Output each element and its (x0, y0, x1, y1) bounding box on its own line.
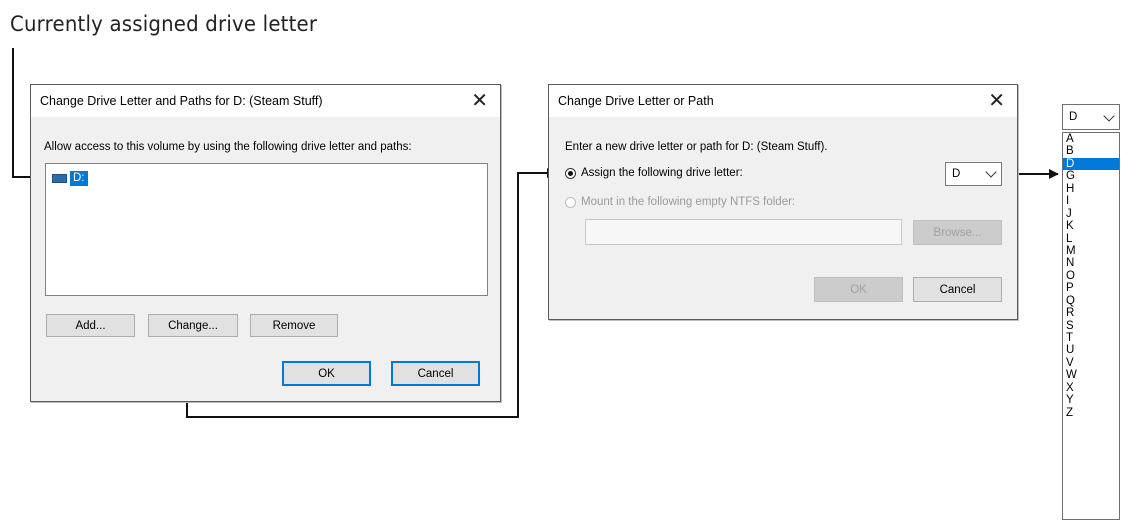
dropdown-option-j[interactable]: J (1063, 208, 1119, 220)
list-item[interactable]: D: (52, 171, 88, 186)
drive-letter-entry: D: (70, 171, 88, 186)
instructions-text: Allow access to this volume by using the… (44, 141, 412, 153)
drive-paths-listbox[interactable]: D: (45, 163, 488, 296)
dropdown-option-g[interactable]: G (1063, 170, 1119, 182)
close-icon[interactable]: ✕ (471, 90, 488, 110)
close-icon[interactable]: ✕ (988, 90, 1005, 110)
dropdown-option-i[interactable]: I (1063, 195, 1119, 207)
dropdown-option-n[interactable]: N (1063, 257, 1119, 269)
dropdown-option-b[interactable]: B (1063, 145, 1119, 157)
dropdown-option-r[interactable]: R (1063, 307, 1119, 319)
dropdown-option-x[interactable]: X (1063, 382, 1119, 394)
change-drive-letter-or-path-dialog: Change Drive Letter or Path ✕ Enter a ne… (548, 84, 1018, 320)
change-button[interactable]: Change... (148, 314, 238, 337)
dropdown-option-o[interactable]: O (1063, 270, 1119, 282)
mount-folder-label: Mount in the following empty NTFS folder… (581, 196, 796, 208)
chevron-down-icon (1103, 110, 1115, 122)
dropdown-option-y[interactable]: Y (1063, 394, 1119, 406)
dropdown-option-a[interactable]: A (1063, 133, 1119, 145)
ok-button[interactable]: OK (814, 277, 903, 302)
dropdown-option-m[interactable]: M (1063, 245, 1119, 257)
mount-folder-radio[interactable] (565, 197, 576, 208)
dropdown-option-l[interactable]: L (1063, 233, 1119, 245)
dropdown-option-u[interactable]: U (1063, 344, 1119, 356)
dropdown-option-v[interactable]: V (1063, 357, 1119, 369)
dropdown-option-h[interactable]: H (1063, 183, 1119, 195)
assign-letter-radio[interactable] (565, 168, 576, 179)
cancel-button[interactable]: Cancel (913, 277, 1002, 302)
dropdown-option-p[interactable]: P (1063, 282, 1119, 294)
change-drive-letter-paths-dialog: Change Drive Letter and Paths for D: (St… (30, 84, 501, 402)
dialog-title: Change Drive Letter and Paths for D: (St… (40, 94, 323, 108)
add-button[interactable]: Add... (46, 314, 135, 337)
remove-button[interactable]: Remove (250, 314, 338, 337)
drive-letter-combo[interactable]: D (945, 162, 1002, 186)
ok-button[interactable]: OK (282, 361, 371, 386)
instructions-text: Enter a new drive letter or path for D: … (565, 141, 828, 153)
browse-button[interactable]: Browse... (913, 220, 1002, 245)
dropdown-option-k[interactable]: K (1063, 220, 1119, 232)
assign-letter-label: Assign the following drive letter: (581, 167, 743, 179)
dropdown-option-z[interactable]: Z (1063, 407, 1119, 419)
drive-letter-dropdown[interactable]: D (1062, 104, 1120, 130)
annotation-label: Currently assigned drive letter (10, 12, 318, 36)
chevron-down-icon (985, 166, 997, 178)
dropdown-value: D (1069, 111, 1078, 123)
dropdown-option-q[interactable]: Q (1063, 295, 1119, 307)
dropdown-option-t[interactable]: T (1063, 332, 1119, 344)
drive-icon (52, 174, 67, 183)
dropdown-option-w[interactable]: W (1063, 369, 1119, 381)
dialog-title: Change Drive Letter or Path (558, 94, 714, 108)
cancel-button[interactable]: Cancel (391, 361, 480, 386)
dialog-titlebar: Change Drive Letter and Paths for D: (St… (31, 85, 500, 117)
combo-value: D (952, 168, 961, 180)
drive-letter-options-list[interactable]: ABDGHIJKLMNOPQRSTUVWXYZ (1062, 132, 1120, 520)
dropdown-option-s[interactable]: S (1063, 320, 1119, 332)
mount-path-field[interactable] (585, 219, 902, 245)
dropdown-option-d[interactable]: D (1063, 157, 1119, 171)
dialog-titlebar: Change Drive Letter or Path ✕ (549, 85, 1017, 117)
